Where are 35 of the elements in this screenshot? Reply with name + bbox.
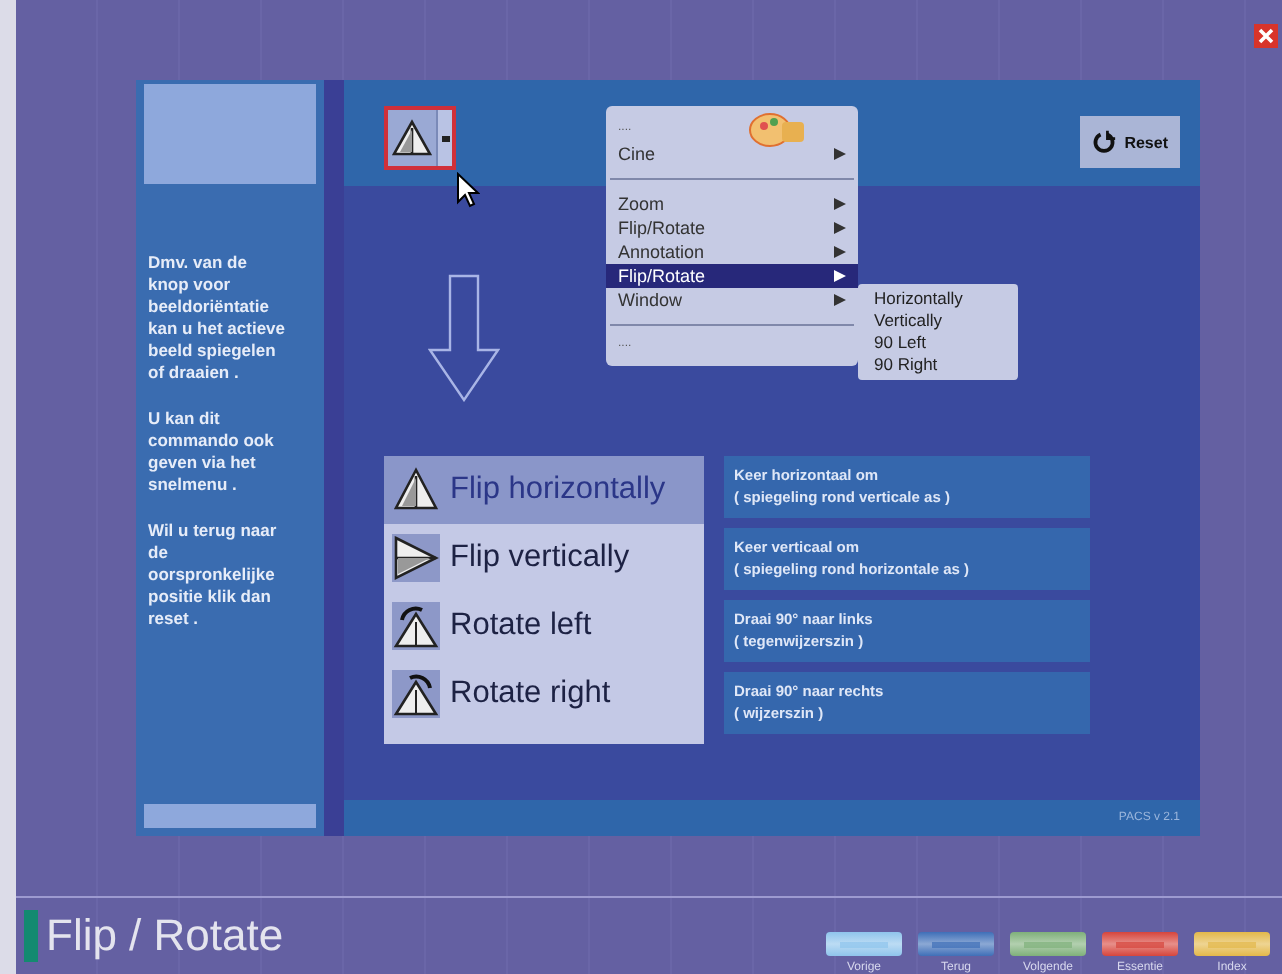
close-icon[interactable] [1254,24,1278,48]
menu-item[interactable]: Flip/Rotate [606,216,858,240]
flip-dropdown-button[interactable] [384,106,456,170]
menu-item[interactable]: Flip/Rotate [606,264,858,288]
reset-button[interactable]: Reset [1080,116,1180,168]
menu-tab[interactable] [24,910,38,962]
submenu-item[interactable]: 90 Left [874,332,1002,354]
menu-item[interactable]: Cine [606,142,858,166]
reset-icon [1092,130,1117,154]
menu-item[interactable]: Zoom [606,192,858,216]
page-title: Flip / Rotate [46,910,284,962]
submenu-item[interactable]: Vertically [874,310,1002,332]
flip-vertical-icon [392,534,440,582]
instruction-paragraph: Dmv. van de knop voor beeldoriëntatie kan u het actieve beeld spiegelen of draaien . [148,252,288,384]
rotate-right-icon [392,670,440,718]
submenu-item[interactable]: Horizontally [874,288,1002,310]
menu-item[interactable]: Window [606,288,858,312]
nav-button[interactable] [918,932,994,956]
nav-button[interactable] [826,932,902,956]
rotate-left-icon [392,602,440,650]
down-arrow-icon [428,274,500,402]
palette-icon [746,110,806,150]
submenu-item[interactable]: 90 Right [874,354,1002,376]
option-item[interactable]: Flip vertically [384,524,704,592]
warning-triangle-icon [392,118,432,158]
cursor-icon [456,172,480,208]
option-item[interactable]: Rotate right [384,660,704,728]
instruction-paragraph: U kan dit commando ook geven via het snelmenu . [148,408,276,496]
option-item[interactable]: Flip horizontally [384,456,704,524]
nav-button[interactable] [1102,932,1178,956]
option-item[interactable]: Rotate left [384,592,704,660]
nav-button[interactable] [1194,932,1270,956]
nav-button[interactable] [1010,932,1086,956]
flip-horizontal-icon [392,466,440,514]
instruction-paragraph: Wil u terug naar de oorspronkelijke positie klik dan reset . [148,520,279,630]
